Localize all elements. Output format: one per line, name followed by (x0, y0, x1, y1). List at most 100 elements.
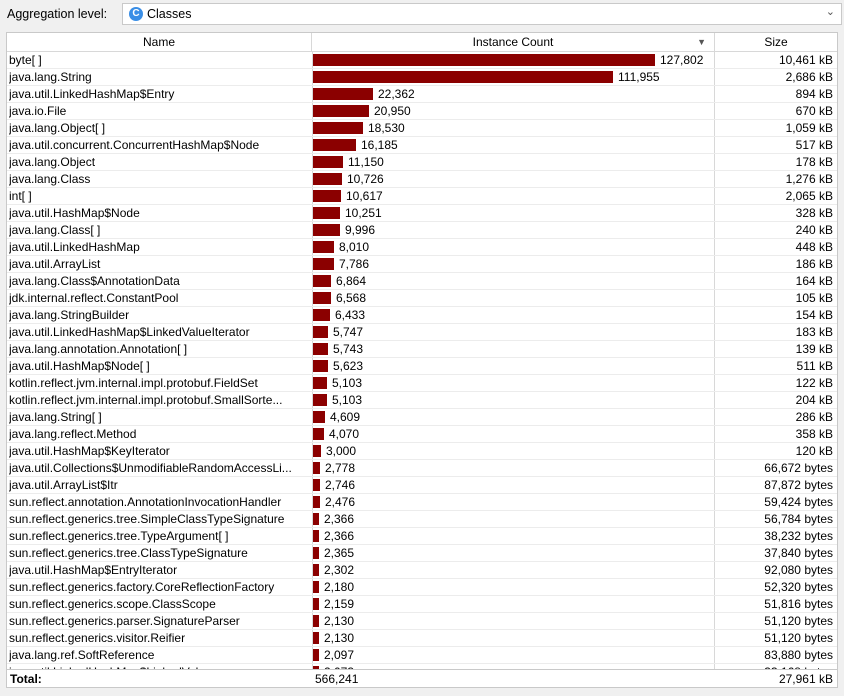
instance-count-bar (313, 54, 655, 66)
row-size: 154 kB (795, 308, 833, 322)
row-count-cell: 2,366 (312, 511, 715, 527)
table-row[interactable]: java.lang.String 111,955 2,686 kB (7, 69, 837, 86)
row-count-cell: 5,103 (312, 375, 715, 391)
row-size: 51,120 bytes (764, 614, 833, 628)
instance-count-bar (313, 513, 319, 525)
row-count-cell: 22,362 (312, 86, 715, 102)
aggregation-level-label: Aggregation level: (7, 7, 108, 21)
instance-count-bar (313, 190, 341, 202)
table-row[interactable]: java.lang.reflect.Method 4,070 358 kB (7, 426, 837, 443)
table-row[interactable]: java.util.HashMap$Node[ ] 5,623 511 kB (7, 358, 837, 375)
row-instance-count: 11,150 (348, 155, 384, 169)
table-row[interactable]: byte[ ] 127,802 10,461 kB (7, 52, 837, 69)
table-row[interactable]: java.lang.String[ ] 4,609 286 kB (7, 409, 837, 426)
column-header-name[interactable]: Name (7, 33, 312, 51)
row-size: 37,840 bytes (764, 546, 833, 560)
table-row[interactable]: java.lang.Class 10,726 1,276 kB (7, 171, 837, 188)
instance-count-bar (313, 292, 331, 304)
row-size: 83,880 bytes (764, 648, 833, 662)
row-count-cell: 16,185 (312, 137, 715, 153)
table-row[interactable]: java.util.Collections$UnmodifiableRandom… (7, 460, 837, 477)
instance-count-bar (313, 581, 319, 593)
table-row[interactable]: sun.reflect.generics.tree.TypeArgument[ … (7, 528, 837, 545)
row-count-cell: 8,010 (312, 239, 715, 255)
row-size: 52,320 bytes (764, 580, 833, 594)
table-row[interactable]: kotlin.reflect.jvm.internal.impl.protobu… (7, 392, 837, 409)
table-row[interactable]: java.util.LinkedHashMap$Entry 22,362 894 k… (7, 86, 837, 103)
instance-count-bar (313, 649, 319, 661)
row-count-cell: 6,864 (312, 273, 715, 289)
table-row[interactable]: java.lang.Class[ ] 9,996 240 kB (7, 222, 837, 239)
row-class-name: java.util.LinkedHashMap$Entry (9, 87, 175, 101)
row-count-cell: 2,476 (312, 494, 715, 510)
table-row[interactable]: java.lang.annotation.Annotation[ ] 5,743 1… (7, 341, 837, 358)
row-class-name: jdk.internal.reflect.ConstantPool (9, 291, 179, 305)
table-row[interactable]: java.util.LinkedHashMap$LinkedValueItera… (7, 324, 837, 341)
column-header-size[interactable]: Size (715, 33, 837, 51)
table-row[interactable]: sun.reflect.generics.parser.SignaturePar… (7, 613, 837, 630)
instance-count-bar (313, 394, 327, 406)
row-class-name: java.io.File (9, 104, 67, 118)
table-row[interactable]: java.util.ArrayList$Itr 2,746 87,872 bytes (7, 477, 837, 494)
row-instance-count: 111,955 (618, 70, 660, 84)
table-row[interactable]: java.util.concurrent.ConcurrentHashMap$N… (7, 137, 837, 154)
table-row[interactable]: int[ ] 10,617 2,065 kB (7, 188, 837, 205)
table-body[interactable]: byte[ ] 127,802 10,461 kB java.lang.String 1… (7, 52, 837, 672)
instance-count-bar (313, 615, 319, 627)
row-instance-count: 2,130 (324, 631, 355, 645)
instance-count-bar (313, 309, 330, 321)
row-instance-count: 5,747 (333, 325, 364, 339)
table-row[interactable]: java.util.ArrayList 7,786 186 kB (7, 256, 837, 273)
row-instance-count: 7,786 (339, 257, 370, 271)
row-class-name: java.util.concurrent.ConcurrentHashMap$N… (9, 138, 260, 152)
row-size: 511 kB (796, 359, 833, 373)
row-class-name: java.lang.Object (9, 155, 96, 169)
table-row[interactable]: java.util.HashMap$Node 10,251 328 kB (7, 205, 837, 222)
table-row[interactable]: sun.reflect.generics.visitor.Reifier 2,13… (7, 630, 837, 647)
row-instance-count: 18,530 (368, 121, 405, 135)
row-class-name: java.util.HashMap$Node[ ] (9, 359, 150, 373)
table-row[interactable]: kotlin.reflect.jvm.internal.impl.protobu… (7, 375, 837, 392)
column-header-instance-count[interactable]: Instance Count ▼ (312, 33, 715, 51)
row-instance-count: 6,864 (336, 274, 367, 288)
row-instance-count: 2,366 (324, 512, 355, 526)
table-row[interactable]: java.lang.Object[ ] 18,530 1,059 kB (7, 120, 837, 137)
table-row[interactable]: java.lang.ref.SoftReference 2,097 83,880 b… (7, 647, 837, 664)
row-size: 105 kB (795, 291, 833, 305)
row-class-name: java.lang.StringBuilder (9, 308, 130, 322)
vertical-scrollbar[interactable] (831, 52, 837, 672)
table-row[interactable]: sun.reflect.generics.tree.SimpleClassTyp… (7, 511, 837, 528)
row-size: 358 kB (795, 427, 833, 441)
table-row[interactable]: jdk.internal.reflect.ConstantPool 6,568 10… (7, 290, 837, 307)
row-size: 204 kB (795, 393, 833, 407)
table-row[interactable]: java.util.HashMap$EntryIterator 2,302 92,0… (7, 562, 837, 579)
table-row[interactable]: java.lang.StringBuilder 6,433 154 kB (7, 307, 837, 324)
row-size: 2,686 kB (785, 70, 833, 84)
instance-count-bar (313, 326, 328, 338)
table-row[interactable]: java.lang.Object 11,150 178 kB (7, 154, 837, 171)
row-instance-count: 8,010 (339, 240, 370, 254)
table-row[interactable]: java.io.File 20,950 670 kB (7, 103, 837, 120)
row-class-name: java.util.LinkedHashMap (9, 240, 140, 254)
instance-count-bar (313, 564, 319, 576)
row-class-name: sun.reflect.generics.visitor.Reifier (9, 631, 186, 645)
table-row[interactable]: sun.reflect.annotation.AnnotationInvocat… (7, 494, 837, 511)
aggregation-level-select[interactable]: C Classes ⌄ (122, 3, 842, 25)
table-row[interactable]: java.util.HashMap$KeyIterator 3,000 120 kB (7, 443, 837, 460)
table-row[interactable]: java.lang.Class$AnnotationData 6,864 164 k… (7, 273, 837, 290)
table-row[interactable]: sun.reflect.generics.tree.ClassTypeSigna… (7, 545, 837, 562)
row-size: 56,784 bytes (764, 512, 833, 526)
row-count-cell: 7,786 (312, 256, 715, 272)
row-class-name: java.lang.String[ ] (9, 410, 102, 424)
row-count-cell: 127,802 (312, 52, 715, 68)
instance-count-bar (313, 275, 331, 287)
row-instance-count: 2,159 (324, 597, 355, 611)
row-count-cell: 5,743 (312, 341, 715, 357)
row-instance-count: 6,433 (335, 308, 366, 322)
chevron-down-icon[interactable]: ⌄ (826, 5, 835, 18)
table-row[interactable]: sun.reflect.generics.scope.ClassScope 2,1… (7, 596, 837, 613)
table-row[interactable]: sun.reflect.generics.factory.CoreReflect… (7, 579, 837, 596)
row-count-cell: 6,433 (312, 307, 715, 323)
table-row[interactable]: java.util.LinkedHashMap 8,010 448 kB (7, 239, 837, 256)
row-count-cell: 4,609 (312, 409, 715, 425)
